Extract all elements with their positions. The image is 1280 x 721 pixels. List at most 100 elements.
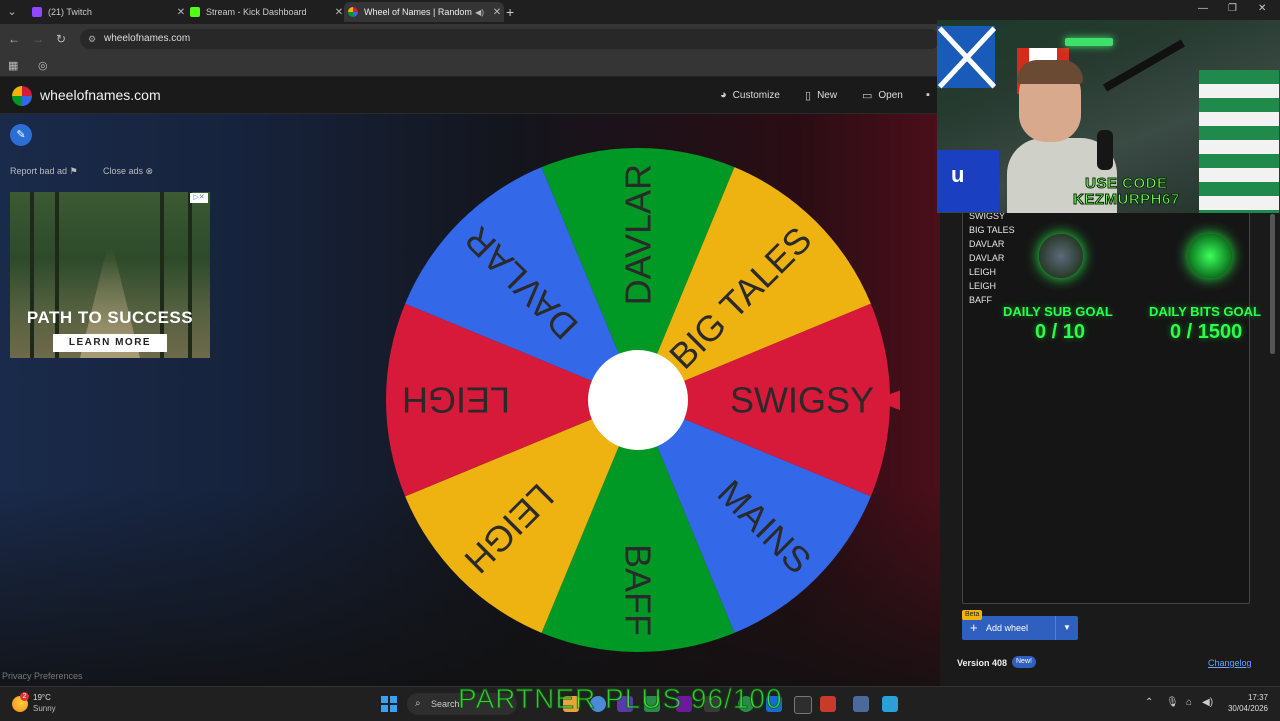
wheel-favicon-icon [348, 7, 358, 17]
folder-icon: ▭ [862, 90, 873, 102]
wheel-segment-label: LEIGH [402, 380, 510, 421]
ad-choices-icon[interactable]: ▷✕ [190, 193, 208, 203]
apps-grid-icon[interactable]: ▦ [8, 59, 18, 72]
search-icon: ⌕ [415, 698, 421, 709]
back-arrow-icon[interactable]: ← [8, 32, 20, 46]
reload-icon[interactable]: ↻ [56, 32, 66, 46]
save-button[interactable]: ▪ [926, 89, 930, 101]
ad-tree [30, 192, 34, 358]
entry-line: BIG TALES [969, 225, 1015, 235]
save-icon: ▪ [926, 89, 930, 101]
text-editor-icon[interactable] [820, 696, 836, 712]
spinning-wheel[interactable]: SWIGSYMAINSBAFFLEIGHLEIGHDAVLAR DAVLAR BIG… [380, 144, 900, 664]
palette-icon: ◕ [720, 89, 727, 101]
entry-line: DAVLAR [969, 239, 1005, 249]
windows-start-icon[interactable] [381, 696, 397, 712]
calculator-icon[interactable] [882, 696, 898, 712]
close-circle-icon: ⊗ [145, 166, 154, 176]
flag-icon: ⚑ [69, 166, 78, 176]
tab-close-icon[interactable]: ✕ [490, 7, 504, 18]
report-bad-ad-link[interactable]: Report bad ad ⚑ [10, 166, 78, 177]
wifi-icon[interactable]: ⌂ [1186, 697, 1192, 708]
wheel-segment-label: BAFF [618, 544, 659, 636]
obs-icon[interactable] [794, 696, 812, 714]
add-wheel-label: Add wheel [986, 623, 1029, 633]
restore-icon[interactable]: ❐ [1228, 3, 1237, 14]
panel-scrollbar[interactable] [1270, 214, 1275, 354]
kick-favicon-icon [190, 7, 200, 17]
twitch-favicon-icon [32, 7, 42, 17]
open-label: Open [878, 90, 903, 101]
system-clock[interactable]: 17:37 30/04/2026 [1226, 692, 1268, 714]
entry-line: LEIGH [969, 281, 997, 291]
search-label: Search [431, 699, 460, 709]
ad-learn-more-button[interactable]: LEARN MORE [53, 334, 167, 352]
tab-twitch[interactable]: (21) Twitch ✕ [28, 2, 188, 22]
ad-tree [188, 192, 192, 358]
microphone-icon [1097, 130, 1113, 170]
wheel-logo-icon[interactable] [12, 86, 32, 106]
changelog-link[interactable]: Changelog [1208, 658, 1252, 668]
microphone-tray-icon[interactable]: 🎙 [1166, 697, 1179, 708]
sub-goal-value: 0 / 10 [1035, 321, 1086, 343]
site-title[interactable]: wheelofnames.com [40, 87, 161, 103]
app-icon[interactable] [853, 696, 869, 712]
plus-icon: + [970, 620, 978, 635]
weather-desc: Sunny [33, 704, 56, 713]
close-ads-label: Close ads [103, 166, 144, 176]
weather-temp: 19°C [33, 693, 51, 702]
close-ads-link[interactable]: Close ads ⊗ [103, 166, 153, 177]
version-label: Version 408 [957, 658, 1008, 668]
close-window-icon[interactable]: ✕ [1258, 3, 1266, 14]
customize-label: Customize [732, 89, 780, 101]
forward-arrow-icon[interactable]: → [32, 32, 44, 46]
new-label: New [817, 90, 838, 101]
streamer-hair [1017, 60, 1083, 84]
partner-plus-overlay: PARTNER PLUS 96/100 [458, 683, 783, 715]
new-tab-plus-icon[interactable]: + [506, 4, 514, 20]
tab-title: Stream - Kick Dashboard [206, 7, 307, 17]
beta-badge: Beta [962, 610, 983, 620]
new-badge: New! [1012, 656, 1036, 668]
bits-goal-value: 0 / 1500 [1170, 321, 1243, 343]
advertisement[interactable]: ▷✕ PATH TO SUCCESS LEARN MORE [10, 192, 210, 358]
site-header: wheelofnames.com ◕ Customize ▯ New ▭ Ope… [0, 77, 940, 115]
sub-goal-title: DAILY SUB GOAL [1003, 304, 1113, 319]
scotland-flag [937, 26, 995, 88]
weather-badge: 2 [20, 692, 29, 701]
tab-wheel-of-names[interactable]: Wheel of Names | Random ◀) ✕ [344, 2, 504, 22]
bookmark-globe-icon[interactable]: ◎ [38, 59, 48, 72]
wheel-segment-label: SWIGSY [730, 380, 874, 421]
wheel-area: ✎ Report bad ad ⚑ Close ads ⊗ ▷✕ PATH TO… [0, 114, 940, 686]
hooped-jersey [1199, 70, 1279, 213]
url-text: wheelofnames.com [104, 33, 191, 44]
tab-kick-dashboard[interactable]: Stream - Kick Dashboard ✕ [186, 2, 346, 22]
bits-goal-title: DAILY BITS GOAL [1149, 304, 1261, 319]
edit-pencil-icon[interactable]: ✎ [10, 124, 32, 146]
minimize-icon[interactable]: — [1198, 3, 1208, 14]
windows-taskbar: 2 19°C Sunny ⌕ Search PARTNER PLUS 96/10… [0, 683, 1280, 721]
url-field[interactable]: ⚙ wheelofnames.com [80, 29, 940, 49]
clock-date: 30/04/2026 [1227, 704, 1268, 713]
chevron-up-icon[interactable]: ⌃ [1145, 697, 1153, 708]
wheel-center-button[interactable] [588, 350, 688, 450]
volume-icon[interactable]: ◀) [1202, 697, 1213, 708]
promo-line-2: KEZMURPH67 [1073, 191, 1180, 208]
speaker-icon[interactable]: ◀) [475, 8, 484, 17]
privacy-preferences-link[interactable]: Privacy Preferences [2, 671, 83, 681]
tab-list-chevron-icon[interactable]: ⌄ [4, 4, 20, 20]
new-button[interactable]: ▯ New [805, 89, 837, 102]
kick-logo-icon: u [937, 150, 999, 212]
entry-line: DAVLAR [969, 253, 1005, 263]
promo-line-1: USE CODE [1085, 175, 1168, 192]
chevron-down-icon[interactable]: ▼ [1055, 616, 1078, 640]
sub-goal-avatar [1039, 234, 1083, 278]
bits-goal-avatar [1188, 234, 1232, 278]
promo-code-text: USE CODE KEZMURPH67 [1073, 175, 1180, 208]
report-bad-ad-label: Report bad ad [10, 166, 68, 176]
tab-title: (21) Twitch [48, 7, 92, 17]
open-button[interactable]: ▭ Open [862, 89, 903, 102]
entry-line: BAFF [969, 295, 993, 305]
site-info-icon[interactable]: ⚙ [88, 29, 96, 49]
customize-button[interactable]: ◕ Customize [720, 89, 780, 101]
